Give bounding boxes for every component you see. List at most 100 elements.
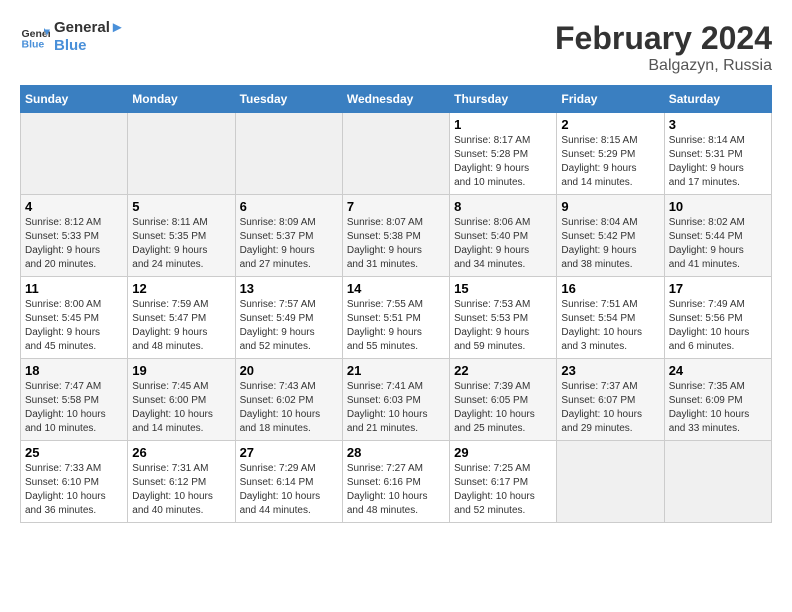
calendar-cell: 9 Sunrise: 8:04 AMSunset: 5:42 PMDaylight…: [557, 195, 664, 277]
column-header-thursday: Thursday: [450, 86, 557, 113]
title-area: February 2024 Balgazyn, Russia: [555, 20, 772, 75]
logo-icon: General Blue: [20, 22, 50, 52]
calendar-week-row: 18Sunrise: 7:47 AMSunset: 5:58 PMDayligh…: [21, 359, 772, 441]
calendar-cell: 14 Sunrise: 7:55 AMSunset: 5:51 PMDayligh…: [342, 277, 449, 359]
day-number: 16: [561, 281, 659, 296]
day-info: Sunrise: 7:39 AMSunset: 6:05 PMDaylight:…: [454, 380, 552, 436]
page-header: General Blue General► Blue February 2024…: [20, 20, 772, 75]
calendar-cell: 19 Sunrise: 7:45 AMSunset: 6:00 PMDayligh…: [128, 359, 235, 441]
day-number: 2: [561, 117, 659, 132]
day-number: 22: [454, 363, 552, 378]
column-header-monday: Monday: [128, 86, 235, 113]
day-info: Sunrise: 7:37 AMSunset: 6:07 PMDaylight:…: [561, 380, 659, 436]
day-number: 1: [454, 117, 552, 132]
day-info: Sunrise: 8:09 AMSunset: 5:37 PMDaylight:…: [240, 216, 338, 272]
day-info: Sunrise: 7:43 AMSunset: 6:02 PMDaylight:…: [240, 380, 338, 436]
calendar-cell: 15 Sunrise: 7:53 AMSunset: 5:53 PMDayligh…: [450, 277, 557, 359]
svg-text:Blue: Blue: [22, 38, 45, 50]
day-number: 25: [25, 445, 123, 460]
column-header-friday: Friday: [557, 86, 664, 113]
calendar-cell: [664, 441, 771, 523]
day-info: Sunrise: 8:15 AMSunset: 5:29 PMDaylight:…: [561, 134, 659, 190]
day-number: 4: [25, 199, 123, 214]
day-number: 21: [347, 363, 445, 378]
calendar-cell: 13Sunrise: 7:57 AMSunset: 5:49 PMDayligh…: [235, 277, 342, 359]
day-info: Sunrise: 7:45 AMSunset: 6:00 PMDaylight:…: [132, 380, 230, 436]
calendar-cell: 24Sunrise: 7:35 AMSunset: 6:09 PMDayligh…: [664, 359, 771, 441]
day-number: 18: [25, 363, 123, 378]
day-info: Sunrise: 8:11 AMSunset: 5:35 PMDaylight:…: [132, 216, 230, 272]
calendar-cell: 27 Sunrise: 7:29 AMSunset: 6:14 PMDayligh…: [235, 441, 342, 523]
day-number: 24: [669, 363, 767, 378]
calendar-week-row: 11Sunrise: 8:00 AMSunset: 5:45 PMDayligh…: [21, 277, 772, 359]
calendar-cell: 4 Sunrise: 8:12 AMSunset: 5:33 PMDaylight…: [21, 195, 128, 277]
day-info: Sunrise: 8:12 AMSunset: 5:33 PMDaylight:…: [25, 216, 123, 272]
calendar-cell: 17 Sunrise: 7:49 AMSunset: 5:56 PMDayligh…: [664, 277, 771, 359]
calendar-cell: 6 Sunrise: 8:09 AMSunset: 5:37 PMDaylight…: [235, 195, 342, 277]
calendar-cell: 3 Sunrise: 8:14 AMSunset: 5:31 PMDaylight…: [664, 113, 771, 195]
day-info: Sunrise: 7:51 AMSunset: 5:54 PMDaylight:…: [561, 298, 659, 354]
calendar-cell: 16 Sunrise: 7:51 AMSunset: 5:54 PMDayligh…: [557, 277, 664, 359]
day-info: Sunrise: 7:59 AMSunset: 5:47 PMDaylight:…: [132, 298, 230, 354]
logo-text: General►: [54, 20, 125, 37]
calendar-week-row: 25 Sunrise: 7:33 AMSunset: 6:10 PMDayligh…: [21, 441, 772, 523]
column-header-tuesday: Tuesday: [235, 86, 342, 113]
calendar-cell: 26 Sunrise: 7:31 AMSunset: 6:12 PMDayligh…: [128, 441, 235, 523]
day-number: 3: [669, 117, 767, 132]
day-info: Sunrise: 7:49 AMSunset: 5:56 PMDaylight:…: [669, 298, 767, 354]
calendar-cell: 10Sunrise: 8:02 AMSunset: 5:44 PMDayligh…: [664, 195, 771, 277]
day-number: 14: [347, 281, 445, 296]
day-info: Sunrise: 7:29 AMSunset: 6:14 PMDaylight:…: [240, 462, 338, 518]
column-header-sunday: Sunday: [21, 86, 128, 113]
day-number: 27: [240, 445, 338, 460]
day-info: Sunrise: 7:31 AMSunset: 6:12 PMDaylight:…: [132, 462, 230, 518]
calendar-cell: [235, 113, 342, 195]
day-info: Sunrise: 7:55 AMSunset: 5:51 PMDaylight:…: [347, 298, 445, 354]
logo: General Blue General► Blue: [20, 20, 125, 54]
day-number: 19: [132, 363, 230, 378]
calendar-cell: [21, 113, 128, 195]
day-number: 12: [132, 281, 230, 296]
day-number: 20: [240, 363, 338, 378]
day-number: 9: [561, 199, 659, 214]
calendar-cell: 29Sunrise: 7:25 AMSunset: 6:17 PMDayligh…: [450, 441, 557, 523]
calendar-cell: 1 Sunrise: 8:17 AMSunset: 5:28 PMDaylight…: [450, 113, 557, 195]
calendar-week-row: 4 Sunrise: 8:12 AMSunset: 5:33 PMDaylight…: [21, 195, 772, 277]
day-info: Sunrise: 7:33 AMSunset: 6:10 PMDaylight:…: [25, 462, 123, 518]
calendar-cell: 23Sunrise: 7:37 AMSunset: 6:07 PMDayligh…: [557, 359, 664, 441]
day-info: Sunrise: 8:06 AMSunset: 5:40 PMDaylight:…: [454, 216, 552, 272]
day-info: Sunrise: 8:04 AMSunset: 5:42 PMDaylight:…: [561, 216, 659, 272]
calendar-cell: 22 Sunrise: 7:39 AMSunset: 6:05 PMDayligh…: [450, 359, 557, 441]
day-number: 7: [347, 199, 445, 214]
day-info: Sunrise: 8:00 AMSunset: 5:45 PMDaylight:…: [25, 298, 123, 354]
calendar-cell: [128, 113, 235, 195]
calendar-cell: 7 Sunrise: 8:07 AMSunset: 5:38 PMDaylight…: [342, 195, 449, 277]
calendar-cell: 5 Sunrise: 8:11 AMSunset: 5:35 PMDaylight…: [128, 195, 235, 277]
column-header-wednesday: Wednesday: [342, 86, 449, 113]
logo-blue: Blue: [54, 37, 125, 54]
day-number: 17: [669, 281, 767, 296]
day-info: Sunrise: 8:14 AMSunset: 5:31 PMDaylight:…: [669, 134, 767, 190]
calendar-cell: 12 Sunrise: 7:59 AMSunset: 5:47 PMDayligh…: [128, 277, 235, 359]
day-info: Sunrise: 8:17 AMSunset: 5:28 PMDaylight:…: [454, 134, 552, 190]
day-info: Sunrise: 7:53 AMSunset: 5:53 PMDaylight:…: [454, 298, 552, 354]
calendar-cell: 20 Sunrise: 7:43 AMSunset: 6:02 PMDayligh…: [235, 359, 342, 441]
calendar-cell: 2 Sunrise: 8:15 AMSunset: 5:29 PMDaylight…: [557, 113, 664, 195]
day-number: 15: [454, 281, 552, 296]
day-number: 8: [454, 199, 552, 214]
day-info: Sunrise: 7:41 AMSunset: 6:03 PMDaylight:…: [347, 380, 445, 436]
main-title: February 2024: [555, 20, 772, 57]
calendar-cell: [342, 113, 449, 195]
calendar-cell: [557, 441, 664, 523]
day-number: 28: [347, 445, 445, 460]
calendar-cell: 18Sunrise: 7:47 AMSunset: 5:58 PMDayligh…: [21, 359, 128, 441]
day-info: Sunrise: 7:25 AMSunset: 6:17 PMDaylight:…: [454, 462, 552, 518]
day-number: 5: [132, 199, 230, 214]
calendar-cell: 11Sunrise: 8:00 AMSunset: 5:45 PMDayligh…: [21, 277, 128, 359]
day-number: 6: [240, 199, 338, 214]
day-number: 26: [132, 445, 230, 460]
calendar-week-row: 1 Sunrise: 8:17 AMSunset: 5:28 PMDaylight…: [21, 113, 772, 195]
day-info: Sunrise: 7:57 AMSunset: 5:49 PMDaylight:…: [240, 298, 338, 354]
day-info: Sunrise: 8:02 AMSunset: 5:44 PMDaylight:…: [669, 216, 767, 272]
day-info: Sunrise: 8:07 AMSunset: 5:38 PMDaylight:…: [347, 216, 445, 272]
